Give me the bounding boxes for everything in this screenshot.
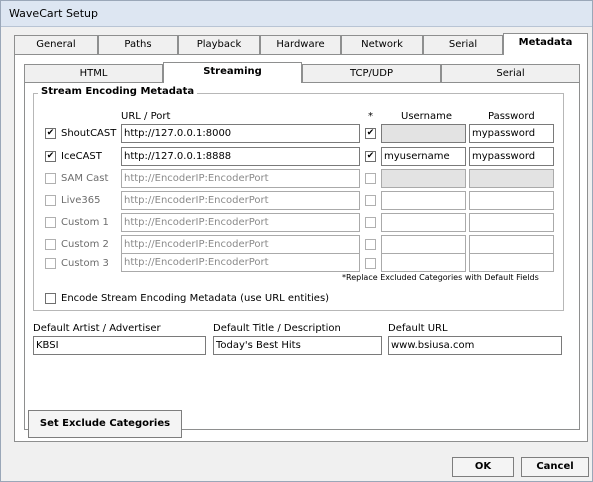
subtab-serial[interactable]: Serial [441,64,580,83]
encode-metadata-checkbox[interactable] [45,293,56,304]
default-url-input[interactable]: www.bsiusa.com [388,336,562,355]
set-exclude-categories-button[interactable]: Set Exclude Categories [28,410,182,438]
subtab-tcp-udp[interactable]: TCP/UDP [302,64,441,83]
url-column-header: URL / Port [121,111,171,122]
icecast-checkbox[interactable]: ✔ [45,151,56,162]
custom1-password-input[interactable] [469,213,554,232]
icecast-label: IceCAST [61,151,102,162]
samcast-replace-checkbox[interactable] [365,173,376,184]
icecast-username-input[interactable]: myusername [381,147,466,166]
custom2-label: Custom 2 [61,239,109,250]
live365-replace-checkbox[interactable] [365,195,376,206]
ok-button[interactable]: OK [452,457,514,477]
tab-hardware[interactable]: Hardware [260,35,341,55]
custom1-label: Custom 1 [61,217,109,228]
tab-paths[interactable]: Paths [98,35,178,55]
custom1-checkbox[interactable] [45,217,56,228]
icecast-replace-checkbox[interactable]: ✔ [365,151,376,162]
samcast-label: SAM Cast [61,173,109,184]
samcast-checkbox[interactable] [45,173,56,184]
custom2-replace-checkbox[interactable] [365,239,376,250]
custom3-checkbox[interactable] [45,258,56,269]
icecast-password-input[interactable]: mypassword [469,147,554,166]
custom1-replace-checkbox[interactable] [365,217,376,228]
shoutcast-label: ShoutCAST [61,128,117,139]
username-column-header: Username [401,111,452,122]
replace-categories-note: *Replace Excluded Categories with Defaul… [342,273,539,282]
default-title-label: Default Title / Description [213,323,341,334]
subtab-streaming[interactable]: Streaming [163,62,302,83]
sub-tab-bar: HTML Streaming TCP/UDP Serial [24,62,580,83]
main-tab-bar: General Paths Playback Hardware Network … [14,33,588,55]
live365-password-input[interactable] [469,191,554,210]
samcast-username-input[interactable] [381,169,466,188]
custom1-url-input[interactable]: http://EncoderIP:EncoderPort [121,213,360,232]
subtab-html[interactable]: HTML [24,64,163,83]
star-column-header: * [368,111,373,122]
shoutcast-username-input[interactable] [381,124,466,143]
samcast-url-input[interactable]: http://EncoderIP:EncoderPort [121,169,360,188]
default-artist-input[interactable]: KBSI [33,336,206,355]
encode-metadata-label: Encode Stream Encoding Metadata (use URL… [61,293,330,304]
default-title-input[interactable]: Today's Best Hits [213,336,382,355]
setup-window: WaveCart Setup General Paths Playback Ha… [0,0,593,482]
group-title: Stream Encoding Metadata [38,86,198,97]
tab-serial[interactable]: Serial [423,35,503,55]
tab-playback[interactable]: Playback [178,35,260,55]
window-title: WaveCart Setup [9,7,98,20]
tab-metadata[interactable]: Metadata [503,33,588,55]
custom3-label: Custom 3 [61,258,109,269]
custom2-password-input[interactable] [469,235,554,254]
shoutcast-password-input[interactable]: mypassword [469,124,554,143]
shoutcast-url-input[interactable]: http://127.0.0.1:8000 [121,124,360,143]
custom3-url-input[interactable]: http://EncoderIP:EncoderPort [121,253,360,272]
default-artist-label: Default Artist / Advertiser [33,323,161,334]
shoutcast-checkbox[interactable]: ✔ [45,128,56,139]
live365-url-input[interactable]: http://EncoderIP:EncoderPort [121,191,360,210]
custom3-username-input[interactable] [381,253,466,272]
custom2-username-input[interactable] [381,235,466,254]
tab-network[interactable]: Network [341,35,423,55]
shoutcast-replace-checkbox[interactable]: ✔ [365,128,376,139]
live365-checkbox[interactable] [45,195,56,206]
password-column-header: Password [488,111,535,122]
live365-username-input[interactable] [381,191,466,210]
custom1-username-input[interactable] [381,213,466,232]
cancel-button[interactable]: Cancel [521,457,589,477]
title-bar: WaveCart Setup [1,1,592,27]
custom3-password-input[interactable] [469,253,554,272]
custom2-url-input[interactable]: http://EncoderIP:EncoderPort [121,235,360,254]
tab-general[interactable]: General [14,35,98,55]
live365-label: Live365 [61,195,101,206]
samcast-password-input[interactable] [469,169,554,188]
custom2-checkbox[interactable] [45,239,56,250]
default-url-label: Default URL [388,323,448,334]
custom3-replace-checkbox[interactable] [365,258,376,269]
icecast-url-input[interactable]: http://127.0.0.1:8888 [121,147,360,166]
